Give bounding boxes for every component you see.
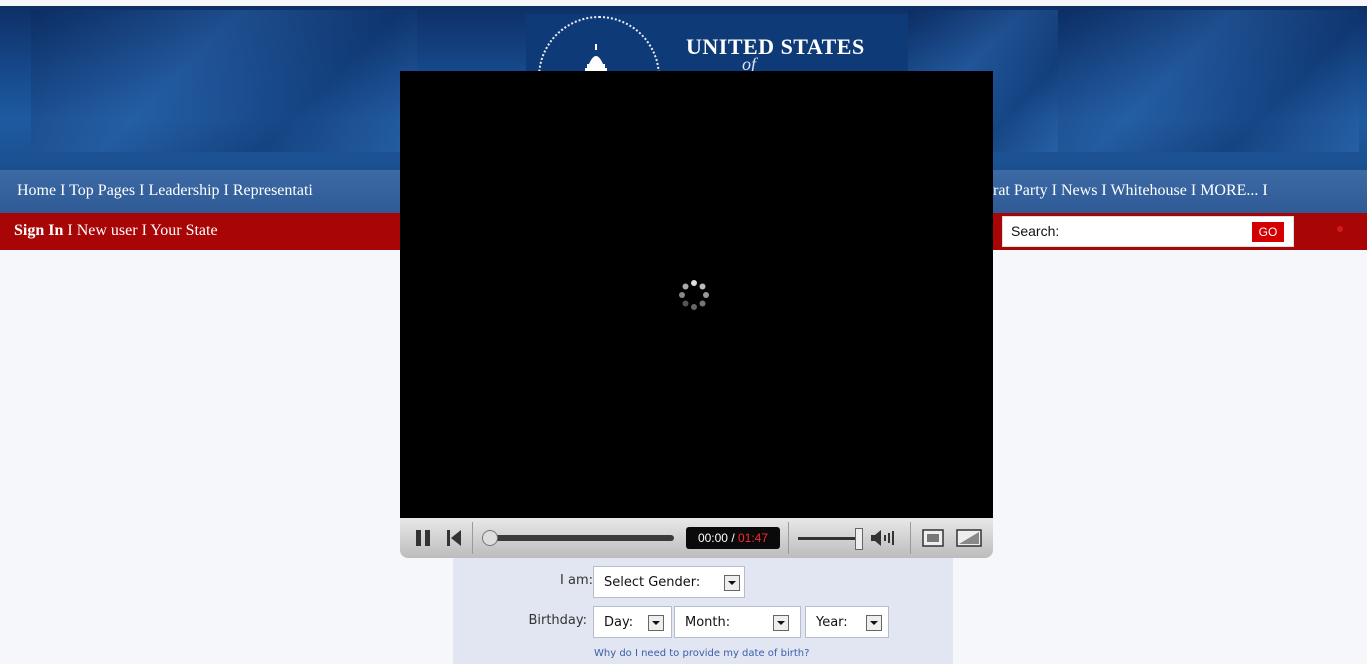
gender-select[interactable]: Select Gender: bbox=[593, 566, 745, 598]
signup-form: I am: Select Gender: Birthday: Day: Mont… bbox=[453, 558, 953, 664]
loading-spinner-icon bbox=[679, 280, 709, 310]
chevron-down-icon bbox=[724, 575, 740, 591]
video-screen[interactable] bbox=[400, 71, 993, 518]
separator: I bbox=[63, 222, 77, 239]
time-total: 01:47 bbox=[738, 531, 769, 545]
year-select[interactable]: Year: bbox=[805, 606, 889, 638]
time-current: 00:00 bbox=[697, 531, 728, 545]
user-links: Sign In I New user I Your State bbox=[14, 222, 218, 240]
search-input[interactable]: Search: GO bbox=[1002, 216, 1294, 247]
speaker-icon[interactable] bbox=[870, 529, 896, 547]
red-dot-icon bbox=[1337, 226, 1343, 232]
player-controls: 00:00 / 01:47 bbox=[400, 518, 993, 558]
sign-in-link[interactable]: Sign In bbox=[14, 222, 63, 239]
banner-top-strip bbox=[0, 0, 1367, 6]
year-select-value: Year: bbox=[816, 615, 848, 630]
divider bbox=[910, 522, 911, 554]
day-select-value: Day: bbox=[604, 615, 634, 630]
site-title: UNITED STATES bbox=[686, 34, 865, 59]
fullscreen-icon[interactable] bbox=[956, 529, 982, 547]
birthday-label: Birthday: bbox=[528, 613, 587, 628]
month-select[interactable]: Month: bbox=[674, 606, 801, 638]
day-select[interactable]: Day: bbox=[593, 606, 672, 638]
chevron-down-icon bbox=[866, 615, 882, 631]
divider bbox=[788, 522, 789, 554]
divider bbox=[472, 522, 473, 554]
banner-photo-right bbox=[1058, 10, 1359, 152]
time-display: 00:00 / 01:47 bbox=[686, 527, 780, 549]
gender-select-value: Select Gender: bbox=[604, 575, 701, 590]
previous-icon[interactable] bbox=[446, 529, 462, 547]
time-separator: / bbox=[727, 531, 738, 545]
seek-handle[interactable] bbox=[482, 530, 498, 546]
chevron-down-icon bbox=[648, 615, 664, 631]
user-links-rest[interactable]: New user I Your State bbox=[77, 222, 218, 239]
search-go-button[interactable]: GO bbox=[1251, 221, 1285, 243]
gender-label: I am: bbox=[560, 573, 593, 588]
pause-icon[interactable] bbox=[414, 529, 432, 547]
nav-links-left[interactable]: Home I Top Pages I Leadership I Represen… bbox=[17, 182, 313, 200]
normal-screen-icon[interactable] bbox=[922, 529, 944, 547]
chevron-down-icon bbox=[773, 615, 789, 631]
why-birth-date-link[interactable]: Why do I need to provide my date of birt… bbox=[594, 648, 809, 659]
search-label: Search: bbox=[1011, 223, 1060, 239]
banner-photo-left bbox=[31, 10, 417, 152]
seek-bar[interactable] bbox=[484, 535, 674, 541]
video-player[interactable]: 00:00 / 01:47 bbox=[400, 71, 993, 558]
volume-handle[interactable] bbox=[855, 528, 863, 550]
nav-links-right[interactable]: rat Party I News I Whitehouse I MORE... … bbox=[993, 182, 1268, 200]
month-select-value: Month: bbox=[685, 615, 731, 630]
volume-slider[interactable] bbox=[798, 537, 856, 540]
